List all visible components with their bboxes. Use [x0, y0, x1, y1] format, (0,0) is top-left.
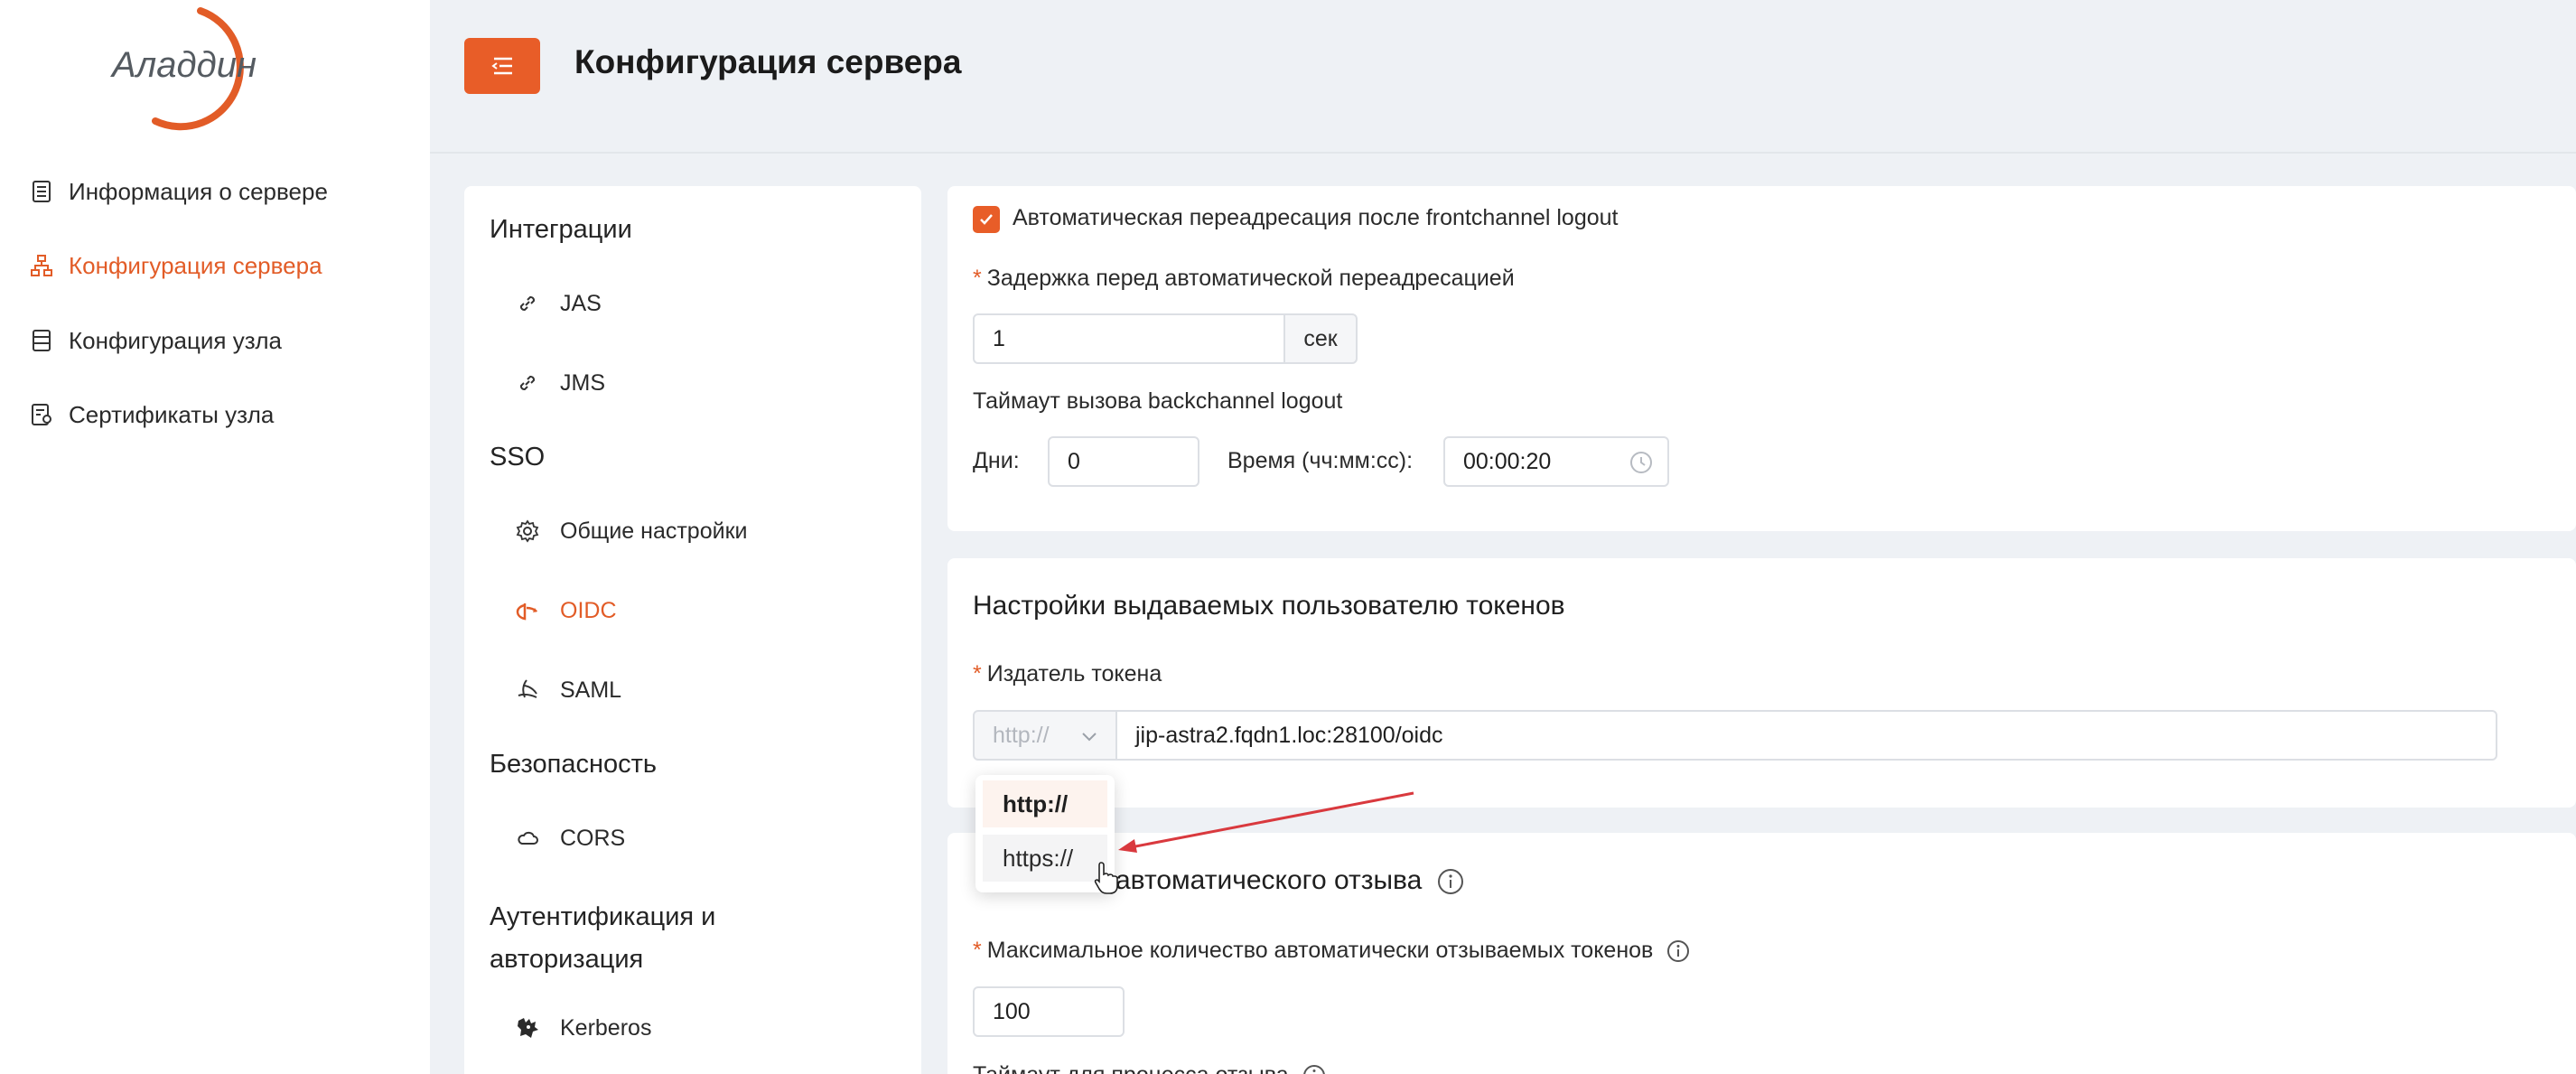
- auto-revoke-title-text: автоматического отзыва: [1115, 865, 1423, 895]
- menu-fold-icon: [491, 57, 512, 75]
- saml-icon: [515, 677, 540, 703]
- logout-settings-card: Автоматическая переадресация после front…: [947, 186, 2576, 531]
- days-label: Дни:: [973, 448, 1020, 473]
- section-title-auth: Аутентификация и авторизация: [490, 896, 715, 981]
- auth-item-kerberos[interactable]: Kerberos: [515, 1005, 651, 1051]
- issuer-label: * Издатель токена: [973, 661, 1162, 687]
- hand-cursor-icon: [1094, 862, 1118, 894]
- nav-item-label: Сертификаты узла: [69, 400, 275, 428]
- certificate-icon: [29, 402, 54, 427]
- section-title-integrations: Интеграции: [490, 215, 632, 244]
- checkmark-icon: [980, 214, 993, 225]
- issuer-label-text: Издатель токена: [986, 661, 1162, 686]
- scheme-select[interactable]: http://: [973, 710, 1117, 761]
- link-icon: [515, 291, 540, 316]
- sso-item-saml[interactable]: SAML: [515, 668, 621, 713]
- info-icon[interactable]: [1666, 939, 1690, 963]
- sso-item-label: OIDC: [560, 597, 617, 623]
- logo-text: Аладдин: [112, 45, 257, 85]
- revoke-timeout-label-text: Таймаут для процесса отзыва: [973, 1062, 1289, 1074]
- nav-item-server-info[interactable]: Информация о сервере: [29, 169, 328, 214]
- left-navigation: Аладдин Информация о сервере Конфигураци…: [0, 0, 430, 1074]
- chevron-down-icon: [1082, 733, 1097, 742]
- delay-label-text: Задержка перед автоматической переадреса…: [986, 266, 1515, 291]
- sso-item-oidc[interactable]: OIDC: [515, 588, 617, 633]
- auto-redirect-label: Автоматическая переадресация после front…: [1013, 205, 1619, 230]
- max-revoke-label: * Максимальное количество автоматически о…: [973, 938, 1690, 964]
- max-revoke-input[interactable]: 100: [973, 986, 1125, 1037]
- auth-item-label: Kerberos: [560, 1014, 652, 1041]
- required-marker: *: [973, 938, 982, 963]
- days-value: 0: [1068, 448, 1080, 474]
- info-icon[interactable]: [1437, 868, 1464, 895]
- delay-value: 1: [993, 325, 1005, 351]
- required-marker: *: [973, 661, 982, 686]
- token-settings-card: Настройки выдаваемых пользователю токено…: [947, 558, 2576, 808]
- nav-item-node-config[interactable]: Конфигурация узла: [29, 318, 282, 363]
- max-revoke-label-text: Максимальное количество автоматически от…: [986, 938, 1654, 963]
- days-input[interactable]: 0: [1048, 436, 1199, 487]
- required-marker: *: [973, 266, 982, 291]
- section-title-auth-line1: Аутентификация и: [490, 902, 716, 931]
- scheme-option-https[interactable]: https://: [983, 835, 1107, 882]
- delay-unit: сек: [1283, 313, 1358, 364]
- nav-item-node-certs[interactable]: Сертификаты узла: [29, 392, 274, 437]
- sso-item-label: Общие настройки: [560, 518, 748, 544]
- page-title: Конфигурация сервера: [574, 43, 962, 80]
- gear-icon: [515, 518, 540, 544]
- info-icon[interactable]: [1302, 1064, 1326, 1074]
- header-divider: [430, 152, 2576, 154]
- nav-item-server-config[interactable]: Конфигурация сервера: [29, 243, 322, 288]
- section-title-security: Безопасность: [490, 750, 657, 779]
- security-item-label: CORS: [560, 825, 626, 851]
- issuer-value: jip-astra2.fqdn1.loc:28100/oidc: [1135, 722, 1443, 748]
- menu-toggle-button[interactable]: [464, 38, 540, 94]
- revoke-timeout-label: Таймаут для процесса отзыва: [973, 1062, 1326, 1074]
- nav-item-label: Конфигурация узла: [69, 326, 282, 354]
- time-label: Время (чч:мм:сс):: [1227, 448, 1414, 473]
- auto-redirect-checkbox[interactable]: [973, 206, 1000, 233]
- kerberos-icon: [515, 1015, 540, 1041]
- integration-item-jas[interactable]: JAS: [515, 281, 602, 326]
- openid-icon: [515, 598, 540, 623]
- security-item-cors[interactable]: CORS: [515, 816, 625, 861]
- backchannel-timeout-label: Таймаут вызова backchannel logout: [973, 388, 1343, 414]
- nav-item-label: Информация о сервере: [69, 177, 328, 205]
- scheme-value: http://: [993, 722, 1050, 748]
- link-icon: [515, 370, 540, 396]
- cloud-icon: [515, 826, 540, 851]
- nav-item-label: Конфигурация сервера: [69, 251, 322, 279]
- integration-item-label: JAS: [560, 290, 602, 316]
- delay-label: * Задержка перед автоматической переадрес…: [973, 266, 1515, 292]
- issuer-input[interactable]: jip-astra2.fqdn1.loc:28100/oidc: [1115, 710, 2497, 761]
- time-value: 00:00:20: [1463, 448, 1552, 474]
- database-icon: [29, 328, 54, 353]
- time-input[interactable]: 00:00:20: [1443, 436, 1669, 487]
- sitemap-icon: [29, 253, 54, 278]
- max-revoke-value: 100: [993, 998, 1031, 1024]
- annotation-arrow: [1118, 791, 1414, 853]
- token-settings-title: Настройки выдаваемых пользователю токено…: [973, 591, 1565, 621]
- sso-item-general[interactable]: Общие настройки: [515, 509, 747, 554]
- delay-input[interactable]: 1: [973, 313, 1285, 364]
- sso-item-label: SAML: [560, 677, 622, 703]
- integrations-panel: Интеграции JAS JMS SSO Общие настройки O…: [464, 186, 921, 1074]
- section-title-auth-line2: авторизация: [490, 945, 644, 974]
- scheme-option-http[interactable]: http://: [983, 780, 1107, 827]
- section-title-sso: SSO: [490, 443, 546, 472]
- integration-item-label: JMS: [560, 369, 605, 396]
- integration-item-jms[interactable]: JMS: [515, 360, 605, 406]
- clock-icon: [1630, 452, 1652, 473]
- auto-revoke-title: автоматического отзыва: [1115, 865, 1464, 896]
- auto-revoke-card: автоматического отзыва * Максимальное кол…: [947, 833, 2576, 1074]
- server-list-icon: [29, 179, 54, 204]
